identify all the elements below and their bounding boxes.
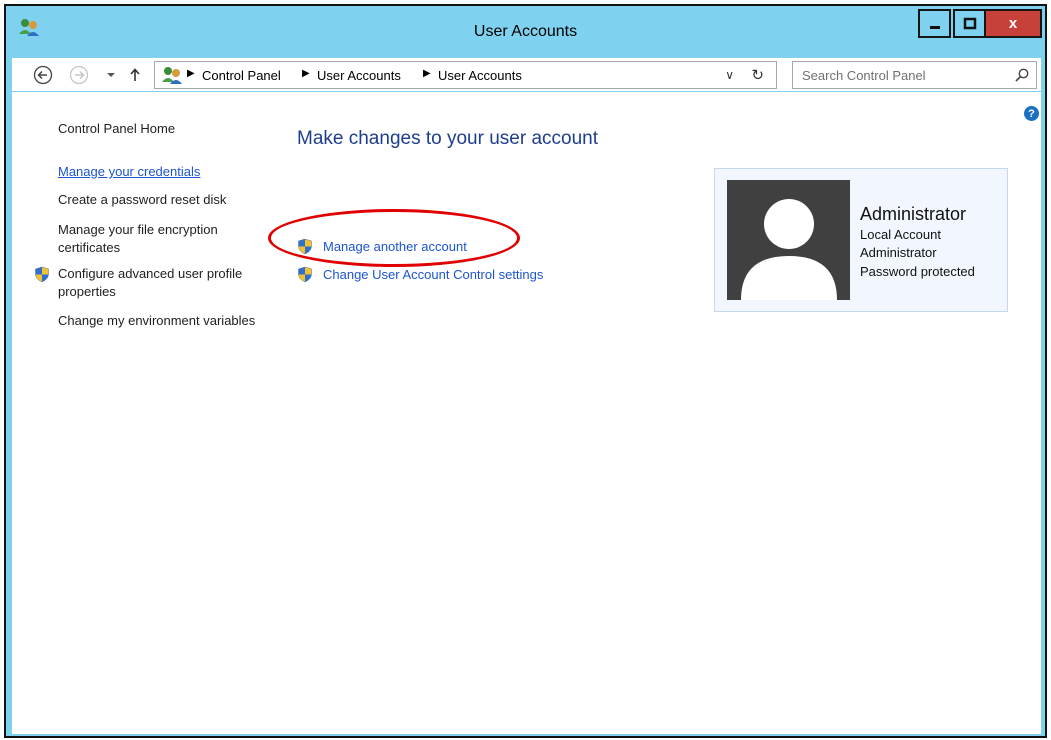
search-input[interactable]: Search Control Panel [792,61,1037,89]
advanced-profile-link[interactable]: Configure advanced user profile properti… [58,265,258,301]
breadcrumb-separator-icon[interactable]: ▶ [187,68,195,79]
uac-settings-link[interactable]: Change User Account Control settings [323,267,543,282]
up-button[interactable] [124,64,146,86]
up-arrow-icon [130,68,140,81]
account-role: Administrator [860,245,937,260]
refresh-icon[interactable]: ↻ [751,66,764,84]
back-arrow-icon [33,65,53,85]
help-icon[interactable]: ? [1024,106,1039,121]
navigation-bar: ▶ Control Panel ▶ User Accounts ▶ User A… [12,58,1041,91]
annotation-highlight-ellipse [268,209,520,267]
back-button[interactable] [32,64,54,86]
search-icon[interactable] [1014,67,1030,83]
users-icon [162,67,182,84]
minimize-icon [929,25,940,29]
chevron-down-icon [107,73,115,77]
close-icon: x [1008,15,1018,32]
window-title: User Accounts [473,23,578,40]
forward-button[interactable] [68,64,90,86]
file-encryption-link[interactable]: Manage your file encryption certificates [58,221,258,257]
maximize-icon [963,17,976,29]
breadcrumb-current[interactable]: User Accounts [438,68,522,83]
title-bar[interactable]: User Accounts x [6,6,1045,56]
breadcrumb-separator-icon[interactable]: ▶ [423,68,431,79]
manage-credentials-link[interactable]: Manage your credentials [58,163,258,181]
uac-shield-icon [298,266,312,282]
content-pane: ? Control Panel Home Manage your credent… [12,92,1041,734]
breadcrumb-separator-icon[interactable]: ▶ [302,68,310,79]
account-name: Administrator [860,204,967,224]
address-bar[interactable]: ▶ Control Panel ▶ User Accounts ▶ User A… [154,61,777,89]
control-panel-home-link[interactable]: Control Panel Home [58,120,258,138]
minimize-button[interactable] [918,9,951,38]
recent-locations-button[interactable] [100,64,122,86]
uac-shield-icon [35,266,49,283]
user-accounts-window: User Accounts x ▶ Control Panel ▶ User A… [4,4,1047,738]
forward-arrow-icon [69,65,89,85]
page-title: Make changes to your user account [297,128,599,149]
maximize-button[interactable] [953,9,986,38]
breadcrumb-control-panel[interactable]: Control Panel [202,68,281,83]
close-button[interactable]: x [984,9,1042,38]
breadcrumb-user-accounts[interactable]: User Accounts [317,68,401,83]
account-type: Local Account [860,227,941,242]
environment-variables-link[interactable]: Change my environment variables [58,312,258,330]
address-history-dropdown-icon[interactable]: ∨ [725,68,734,82]
account-password-status: Password protected [860,264,975,279]
uac-settings-task[interactable]: Change User Account Control settings [297,264,543,284]
avatar [727,180,850,300]
account-card: Administrator Local Account Administrato… [714,168,1008,312]
password-reset-disk-link[interactable]: Create a password reset disk [58,191,258,209]
user-silhouette-icon [741,199,837,300]
search-placeholder: Search Control Panel [802,68,926,83]
